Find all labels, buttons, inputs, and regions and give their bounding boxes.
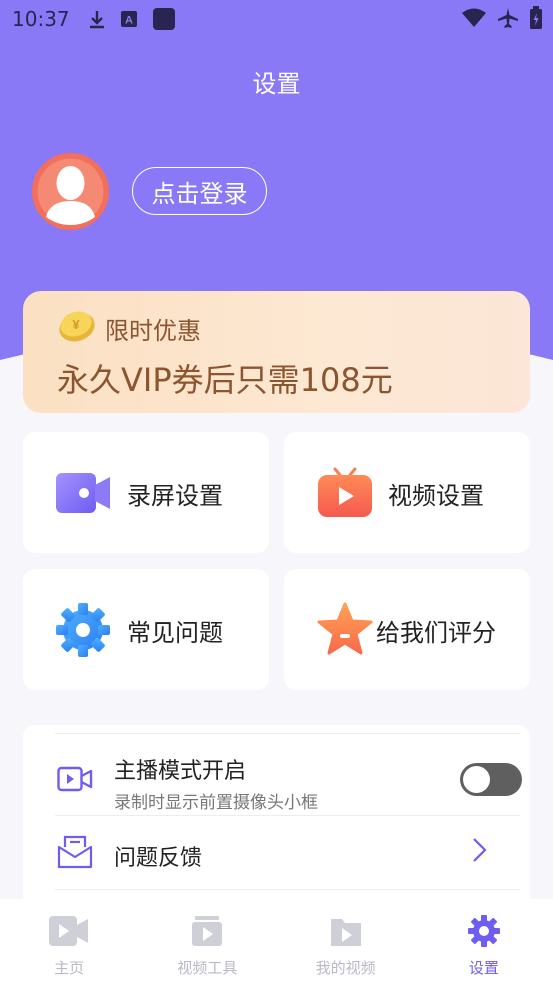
tab-label: 我的视频: [315, 959, 376, 977]
card-label: 给我们评分: [376, 619, 496, 647]
svg-text:A: A: [125, 15, 133, 27]
login-button[interactable]: 点击登录: [132, 167, 267, 215]
promo-text: 永久VIP券后只需108元: [57, 361, 393, 399]
tab-settings[interactable]: 设置: [415, 899, 553, 984]
chevron-right-icon: [470, 837, 488, 867]
divider: [55, 815, 520, 816]
bottom-tab-bar: 主页 视频工具 我的视频 设置: [0, 899, 553, 984]
divider: [55, 889, 520, 890]
folder-video-icon: [330, 915, 362, 951]
tab-label: 设置: [468, 959, 499, 977]
tab-label: 主页: [54, 959, 85, 977]
card-video-settings[interactable]: 视频设置: [284, 432, 530, 553]
card-label: 视频设置: [388, 482, 484, 510]
divider: [55, 733, 520, 734]
coin-icon: ¥: [57, 307, 97, 347]
svg-text:¥: ¥: [72, 317, 80, 332]
download-icon: [88, 9, 106, 29]
feedback-title: 问题反馈: [114, 846, 203, 871]
status-bar: 10:37 A: [0, 0, 553, 38]
video-camera-icon: [57, 765, 93, 797]
screen-record-icon: [55, 465, 111, 521]
video-camera-icon: [48, 915, 90, 951]
tab-my-videos[interactable]: 我的视频: [277, 899, 415, 984]
vip-promo-banner[interactable]: ¥ 限时优惠 永久VIP券后只需108元: [23, 291, 530, 413]
status-time: 10:37: [12, 7, 70, 31]
tab-label: 视频工具: [177, 959, 238, 977]
page-title: 设置: [252, 70, 301, 98]
anchor-mode-title: 主播模式开启: [114, 759, 247, 784]
toggle-knob: [463, 766, 490, 793]
gear-icon: [55, 602, 111, 658]
card-label: 常见问题: [127, 619, 223, 647]
gear-icon: [467, 915, 500, 951]
tab-home[interactable]: 主页: [0, 899, 138, 984]
star-icon: [317, 602, 373, 658]
card-label: 录屏设置: [127, 482, 223, 510]
video-tools-icon: [191, 915, 223, 951]
card-screen-record-settings[interactable]: 录屏设置: [23, 432, 269, 553]
user-avatar-icon: [32, 153, 109, 230]
airplane-icon: [497, 7, 519, 33]
anchor-mode-subtitle: 录制时显示前置摄像头小框: [114, 793, 318, 813]
app-icon: [152, 7, 176, 31]
mail-icon: [57, 835, 93, 869]
settings-list: 主播模式开启 录制时显示前置摄像头小框 问题反馈: [23, 725, 530, 915]
wifi-icon: [461, 8, 487, 32]
battery-icon: [529, 6, 543, 34]
promo-tag: 限时优惠: [105, 317, 201, 345]
anchor-mode-toggle[interactable]: [460, 763, 522, 796]
card-faq[interactable]: 常见问题: [23, 569, 269, 690]
video-play-icon: [317, 465, 373, 521]
tab-video-tools[interactable]: 视频工具: [138, 899, 276, 984]
font-icon: A: [120, 10, 138, 28]
avatar[interactable]: [32, 153, 109, 230]
card-rate-us[interactable]: 给我们评分: [284, 569, 530, 690]
